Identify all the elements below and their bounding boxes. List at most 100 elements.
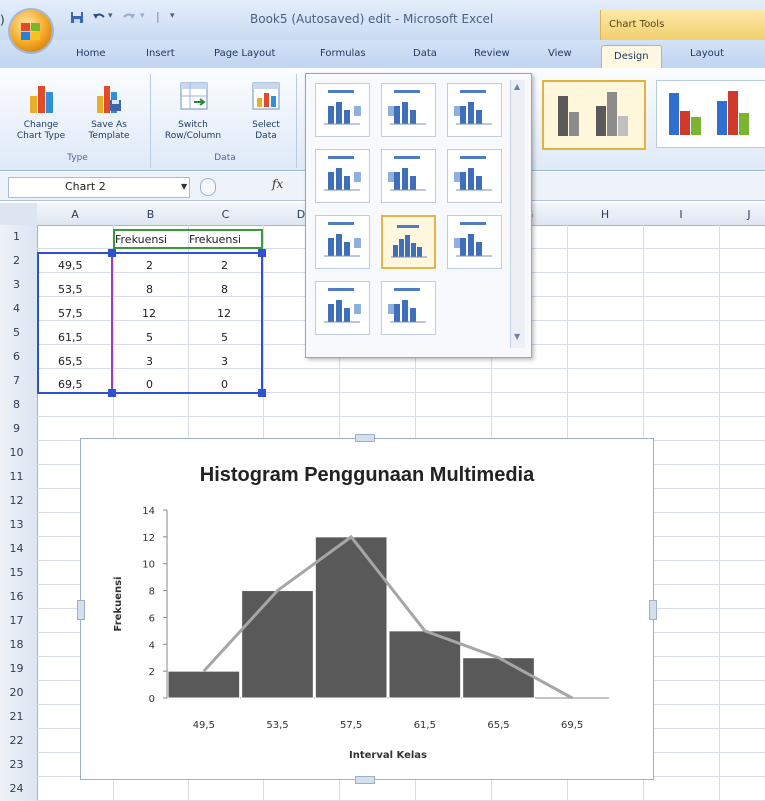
chart-style-thumbnail[interactable]	[656, 80, 765, 148]
scroll-up-icon[interactable]: ▲	[514, 82, 520, 91]
chart-layout-thumbnail-icon	[324, 90, 361, 125]
row-header[interactable]: 11	[0, 470, 33, 483]
save-icon[interactable]	[70, 11, 84, 24]
row-header[interactable]: 7	[0, 374, 33, 387]
row-header[interactable]: 3	[0, 278, 33, 291]
chart-layout-option[interactable]	[315, 281, 370, 335]
clipped-prefix: )	[0, 13, 5, 27]
chart-layout-selected[interactable]	[381, 215, 436, 269]
row-header[interactable]: 10	[0, 446, 33, 459]
chart-style-thumbnail[interactable]	[542, 80, 646, 150]
redo-icon[interactable]	[122, 11, 136, 24]
tab-design[interactable]: Design	[601, 45, 662, 69]
row-header[interactable]: 13	[0, 518, 33, 531]
chart-resize-handle-right[interactable]	[649, 600, 657, 620]
chart-layout-option[interactable]	[381, 281, 436, 335]
row-header[interactable]: 9	[0, 422, 33, 435]
gallery-scrollbar[interactable]: ▲ ▼	[510, 80, 525, 348]
select-data-icon	[252, 82, 280, 110]
tab-review[interactable]: Review	[474, 48, 510, 59]
save-as-template-button[interactable]: Save As Template	[80, 78, 138, 150]
row-header[interactable]: 23	[0, 758, 33, 771]
chart-layout-option[interactable]	[315, 83, 370, 137]
chart-resize-handle-bottom[interactable]	[355, 776, 375, 784]
chart-resize-handle-top[interactable]	[355, 434, 375, 442]
chart-layout-option[interactable]	[447, 83, 502, 137]
chart-layout-option[interactable]	[381, 83, 436, 137]
redo-dropdown-icon[interactable]: ▾	[140, 11, 145, 21]
range-resize-handle[interactable]	[258, 389, 266, 397]
row-header[interactable]: 20	[0, 686, 33, 699]
column-header-h[interactable]: H	[567, 208, 643, 221]
row-header[interactable]: 17	[0, 614, 33, 627]
switch-row-column-button[interactable]: Switch Row/Column	[160, 78, 226, 150]
y-tick-label: 0	[149, 694, 155, 705]
chart-area[interactable]: Histogram Penggunaan Multimedia 0 2 4 6 8 10 12…	[80, 438, 654, 780]
y-axis-title: Frekuensi	[113, 577, 124, 632]
x-tick-label: 49,5	[193, 720, 215, 731]
name-box[interactable]: Chart 2 ▼	[8, 177, 190, 198]
histogram-bar	[167, 670, 241, 699]
range-resize-handle[interactable]	[108, 389, 116, 397]
row-header[interactable]: 6	[0, 350, 33, 363]
office-logo-icon	[21, 23, 40, 40]
row-header[interactable]: 14	[0, 542, 33, 555]
row-header[interactable]: 12	[0, 494, 33, 507]
insert-function-icon[interactable]: fx	[272, 177, 283, 191]
ribbon-group-separator	[150, 74, 151, 168]
tab-home[interactable]: Home	[76, 48, 106, 59]
name-box-dropdown-icon[interactable]: ▼	[181, 182, 187, 191]
chart-layout-option[interactable]	[447, 149, 502, 203]
column-header-j[interactable]: J	[719, 208, 765, 221]
y-tick-label: 6	[149, 613, 155, 624]
chart-layout-option[interactable]	[315, 215, 370, 269]
formula-bar-expand-icon[interactable]	[200, 178, 216, 196]
chart-layout-option[interactable]	[447, 215, 502, 269]
tab-data[interactable]: Data	[413, 48, 437, 59]
column-header-c[interactable]: C	[188, 208, 263, 221]
change-chart-type-button[interactable]: Change Chart Type	[15, 78, 67, 150]
row-header[interactable]: 2	[0, 254, 33, 267]
save-as-template-icon	[97, 86, 121, 113]
row-header[interactable]: 1	[0, 230, 33, 243]
data-group-label: Data	[214, 153, 236, 163]
column-header-i[interactable]: I	[643, 208, 719, 221]
customize-qat-icon[interactable]: ▾	[170, 11, 175, 21]
range-resize-handle[interactable]	[258, 249, 266, 257]
row-header[interactable]: 21	[0, 710, 33, 723]
chart-tools-label: Chart Tools	[609, 19, 665, 30]
row-header[interactable]: 15	[0, 566, 33, 579]
row-header[interactable]: 18	[0, 638, 33, 651]
select-all-corner[interactable]	[0, 203, 37, 225]
row-header[interactable]: 24	[0, 782, 33, 795]
tab-insert[interactable]: Insert	[146, 48, 175, 59]
tab-formulas[interactable]: Formulas	[320, 48, 366, 59]
undo-icon[interactable]	[92, 11, 106, 24]
row-header[interactable]: 8	[0, 398, 33, 411]
chart-layout-option[interactable]	[315, 149, 370, 203]
office-button[interactable]	[10, 10, 52, 52]
chart-layout-thumbnail-icon	[454, 156, 492, 191]
row-header[interactable]: 19	[0, 662, 33, 675]
column-header-a[interactable]: A	[37, 208, 113, 221]
undo-dropdown-icon[interactable]: ▾	[108, 11, 113, 21]
scroll-down-icon[interactable]: ▼	[514, 332, 520, 341]
histogram-chart: Histogram Penggunaan Multimedia 0 2 4 6 8 10 12…	[113, 464, 609, 761]
y-tick-label: 10	[142, 560, 155, 571]
select-data-button[interactable]: Select Data	[240, 78, 292, 150]
chart-resize-handle-left[interactable]	[77, 600, 85, 620]
change-chart-type-label: Change Chart Type	[16, 120, 66, 141]
column-header-b[interactable]: B	[113, 208, 188, 221]
row-header[interactable]: 5	[0, 326, 33, 339]
range-resize-handle[interactable]	[108, 249, 116, 257]
tab-view[interactable]: View	[548, 48, 572, 59]
row-header[interactable]: 16	[0, 590, 33, 603]
row-header[interactable]: 4	[0, 302, 33, 315]
row-header[interactable]: 22	[0, 734, 33, 747]
x-tick-label: 65,5	[487, 720, 509, 731]
tab-layout[interactable]: Layout	[690, 48, 724, 59]
chart-layout-option[interactable]	[381, 149, 436, 203]
tab-page-layout[interactable]: Page Layout	[214, 48, 275, 59]
y-tick-label: 4	[149, 640, 155, 651]
chart-layout-thumbnail-icon	[454, 90, 492, 125]
